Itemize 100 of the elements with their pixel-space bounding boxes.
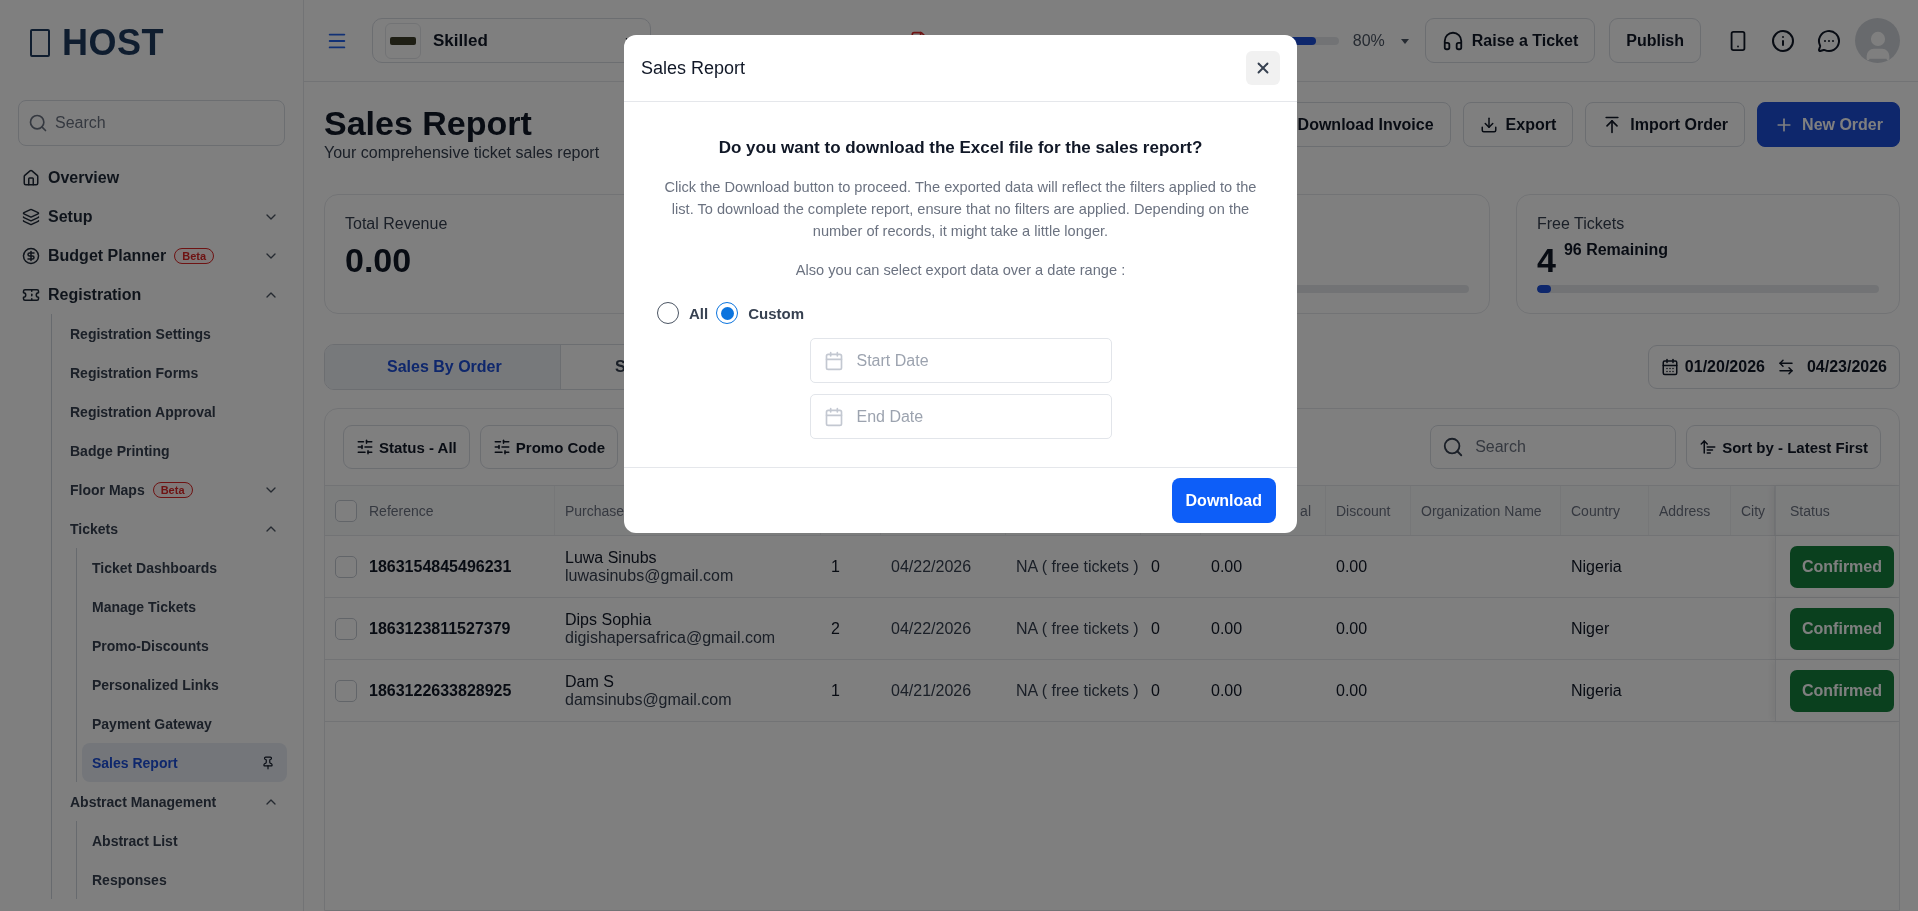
modal-message: Click the Download button to proceed. The exported data will reflect the filters applied to the list. To download the complete report, ensure that no filters are applied. Depending on the number of records, it might take a little longer. — [663, 178, 1258, 241]
date-field[interactable]: Start Date — [809, 338, 1112, 383]
beta-badge: Beta — [152, 481, 193, 498]
nav-item[interactable]: Abstract Management — [52, 782, 287, 821]
nav-item[interactable]: Ticket Dashboards — [82, 548, 287, 587]
download-button[interactable]: Download — [1171, 478, 1276, 523]
calendar-icon — [823, 350, 844, 371]
nav-item[interactable]: Personalized Links — [82, 665, 287, 704]
purchaser-name: Dam S — [565, 672, 615, 691]
start-date: 01/20/2026 — [1684, 358, 1765, 376]
nav-item[interactable]: Tickets — [52, 509, 287, 548]
table-cell: 04/22/2026 — [891, 619, 972, 638]
status-badge: Confirmed — [1790, 545, 1894, 588]
purchaser-name: Dips Sophia — [565, 610, 653, 629]
action-button[interactable]: New Order — [1757, 102, 1900, 147]
event-logo — [385, 22, 421, 59]
table-cell: 1 — [831, 681, 840, 700]
nav-item[interactable]: Overview — [0, 158, 287, 197]
nav-item[interactable]: Payment Gateway — [82, 704, 287, 743]
status-badge: Confirmed — [1790, 669, 1894, 712]
checkbox[interactable] — [335, 555, 357, 578]
filter-button[interactable]: Promo Code — [479, 425, 618, 469]
table-cell: NA ( free tickets ) — [1016, 557, 1139, 576]
logo-text: HOST — [62, 22, 164, 64]
table-cell: 0.00 — [1336, 619, 1368, 638]
close-button[interactable] — [1246, 51, 1280, 85]
date-field[interactable]: End Date — [809, 394, 1112, 439]
range-prompt: Also you can select export data over a date range : — [795, 262, 1126, 278]
table-cell: 0.00 — [1211, 557, 1243, 576]
sliders-icon — [356, 438, 374, 456]
beta-badge: Beta — [174, 247, 215, 264]
search-field[interactable]: Search — [18, 100, 285, 146]
search-icon — [28, 113, 48, 133]
table-cell: 04/22/2026 — [891, 557, 972, 576]
table-cell: Nigeria — [1571, 681, 1622, 700]
stat-value: 4 — [1537, 241, 1556, 280]
table-cell: 0.00 — [1336, 557, 1368, 576]
purchaser-email: luwasinubs@gmail.com — [565, 566, 735, 585]
column-header: Reference — [369, 502, 434, 519]
table-cell: 0 — [1151, 681, 1160, 700]
tab[interactable]: Sales By Order — [325, 345, 561, 389]
layers-icon — [22, 207, 40, 226]
table-cell: NA ( free tickets ) — [1016, 619, 1139, 638]
arrows-icon — [1776, 358, 1795, 376]
purchaser-email: damsinubs@gmail.com — [565, 690, 733, 709]
table-cell: 0.00 — [1211, 619, 1243, 638]
column-header: Organization Name — [1421, 502, 1542, 519]
filter-button[interactable]: Status - All — [343, 425, 470, 469]
nav-item[interactable]: Promo-Discounts — [82, 626, 287, 665]
table-cell: 0 — [1151, 619, 1160, 638]
page-title: Sales Report — [324, 103, 533, 144]
radio-option[interactable]: All — [657, 302, 709, 324]
date-range-button[interactable]: 01/20/2026 04/23/2026 — [1647, 345, 1900, 389]
table-cell: 0 — [1151, 557, 1160, 576]
page-subtitle: Your comprehensive ticket sales report — [324, 144, 600, 162]
nav-item[interactable]: Responses — [82, 860, 287, 899]
nav-item[interactable]: Abstract List — [82, 821, 287, 860]
table-cell: 1 — [831, 557, 840, 576]
info-icon[interactable] — [1771, 28, 1795, 53]
column-header: Country — [1571, 502, 1621, 519]
column-header: City — [1741, 502, 1766, 519]
sort-button[interactable]: Sort by - Latest First — [1686, 425, 1881, 469]
action-button[interactable]: Import Order — [1585, 102, 1746, 147]
radio-option[interactable]: Custom — [716, 302, 804, 324]
progress-reading: 80% — [1352, 31, 1385, 50]
calendar-icon — [823, 406, 844, 427]
status-badge: Confirmed — [1790, 607, 1894, 650]
nav-item[interactable]: Registration — [0, 275, 287, 314]
download-icon — [1479, 115, 1498, 134]
table-cell: 1863122633828925 — [369, 681, 512, 700]
nav-item[interactable]: Registration Settings — [52, 314, 287, 353]
publish-button[interactable]: Publish — [1609, 18, 1701, 63]
stat-label: Free Tickets — [1537, 215, 1625, 233]
nav-item[interactable]: Budget Planner Beta — [0, 236, 287, 275]
end-date: 04/23/2026 — [1806, 358, 1887, 376]
stat-label: Total Revenue — [345, 215, 448, 233]
dollar-icon — [22, 246, 40, 265]
nav-item[interactable]: Floor Maps Beta — [52, 470, 287, 509]
calendar-icon — [1660, 358, 1679, 376]
nav-item[interactable]: Manage Tickets — [82, 587, 287, 626]
nav-item[interactable]: Badge Printing — [52, 431, 287, 470]
purchaser-email: digishapersafrica@gmail.com — [565, 628, 777, 647]
stat-value: 0.00 — [345, 241, 412, 280]
checkbox[interactable] — [335, 679, 357, 702]
nav-item[interactable]: Sales Report — [82, 743, 287, 782]
table-cell: Niger — [1571, 619, 1610, 638]
action-button[interactable]: Export — [1462, 102, 1574, 147]
home-icon — [22, 168, 40, 187]
nav-item[interactable]: Setup — [0, 197, 287, 236]
checkbox[interactable] — [335, 499, 357, 522]
checkbox[interactable] — [335, 617, 357, 640]
chat-icon[interactable] — [1817, 28, 1841, 53]
raise-ticket-button[interactable]: Raise a Ticket — [1424, 18, 1596, 63]
sliders-icon — [492, 438, 511, 456]
table-cell: 1863123811527379 — [369, 619, 511, 638]
search-field[interactable]: Search — [1430, 425, 1677, 469]
nav-item[interactable]: Registration Forms — [52, 353, 287, 392]
column-header: al — [1300, 502, 1311, 519]
modal-question: Do you want to download the Excel file for the sales report? — [718, 138, 1203, 158]
nav-item[interactable]: Registration Approval — [52, 392, 287, 431]
